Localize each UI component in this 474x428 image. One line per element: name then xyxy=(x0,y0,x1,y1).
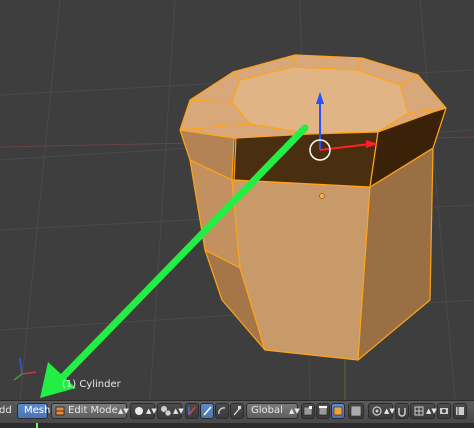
render-icon xyxy=(440,408,448,414)
3d-viewport[interactable]: (1) Cylinder xyxy=(0,0,474,400)
edge-select-button[interactable] xyxy=(316,403,330,419)
chevron-down-icon: ▲▼ xyxy=(384,407,395,415)
rotate-gizmo-icon xyxy=(218,407,226,415)
mode-label: Edit Mode xyxy=(68,405,118,416)
cylinder-mesh[interactable] xyxy=(179,54,447,361)
occlude-geometry-button[interactable] xyxy=(348,403,364,419)
proportional-edit-dropdown[interactable]: ▲▼ xyxy=(368,403,395,419)
snap-icon xyxy=(398,408,406,417)
occlude-geometry-icon xyxy=(350,405,362,417)
edge-select-icon xyxy=(318,406,328,416)
vertex-select-icon xyxy=(303,406,313,416)
manipulator-hand-icon xyxy=(188,406,196,416)
scale-gizmo-button[interactable] xyxy=(230,403,244,419)
chevron-down-icon: ▲▼ xyxy=(118,407,129,415)
pivot-point-dropdown[interactable]: ▲▼ xyxy=(157,403,184,419)
snap-element-dropdown[interactable]: ▲▼ xyxy=(410,403,437,419)
chevron-down-icon: ▲▼ xyxy=(146,407,157,415)
status-strip xyxy=(0,423,474,428)
chevron-down-icon: ▲▼ xyxy=(173,407,184,415)
render-animation-icon xyxy=(456,407,464,415)
viewport-shading-dropdown[interactable]: ▲▼ xyxy=(130,403,157,419)
object-name-label: (1) Cylinder xyxy=(62,379,121,390)
opengl-render-anim-button[interactable] xyxy=(453,403,467,419)
chevron-down-icon: ▲▼ xyxy=(289,407,300,415)
transform-orientation-dropdown[interactable]: Global ▲▼ xyxy=(246,403,300,419)
mode-selector-dropdown[interactable]: Edit Mode ▲▼ xyxy=(51,403,129,419)
scale-gizmo-icon xyxy=(233,406,241,416)
mesh-menu-label: Mesh xyxy=(24,405,51,416)
orientation-label: Global xyxy=(251,405,283,416)
vertex-select-button[interactable] xyxy=(301,403,315,419)
snap-increment-icon xyxy=(414,406,424,416)
viewport-shading-icon xyxy=(135,407,143,415)
face-select-icon xyxy=(333,406,343,416)
translate-gizmo-button[interactable] xyxy=(200,403,214,419)
pivot-icon xyxy=(161,406,172,417)
manipulator-toggle[interactable] xyxy=(185,403,199,419)
view-menu-clipped[interactable]: dd xyxy=(0,403,12,419)
chevron-down-icon: ▲▼ xyxy=(426,407,437,415)
mesh-menu-button[interactable]: Mesh xyxy=(17,403,51,419)
snap-toggle[interactable] xyxy=(395,403,409,419)
axis-widget xyxy=(13,357,37,381)
proportional-edit-icon xyxy=(372,406,382,416)
viewport-scene[interactable] xyxy=(0,0,474,400)
translate-gizmo-icon xyxy=(203,406,212,416)
mode-selector-icon xyxy=(55,406,65,416)
rotate-gizmo-button[interactable] xyxy=(215,403,229,419)
timeline-marker xyxy=(36,423,38,428)
face-select-button[interactable] xyxy=(331,403,345,419)
object-origin-dot xyxy=(319,193,325,199)
opengl-render-button[interactable] xyxy=(437,403,451,419)
